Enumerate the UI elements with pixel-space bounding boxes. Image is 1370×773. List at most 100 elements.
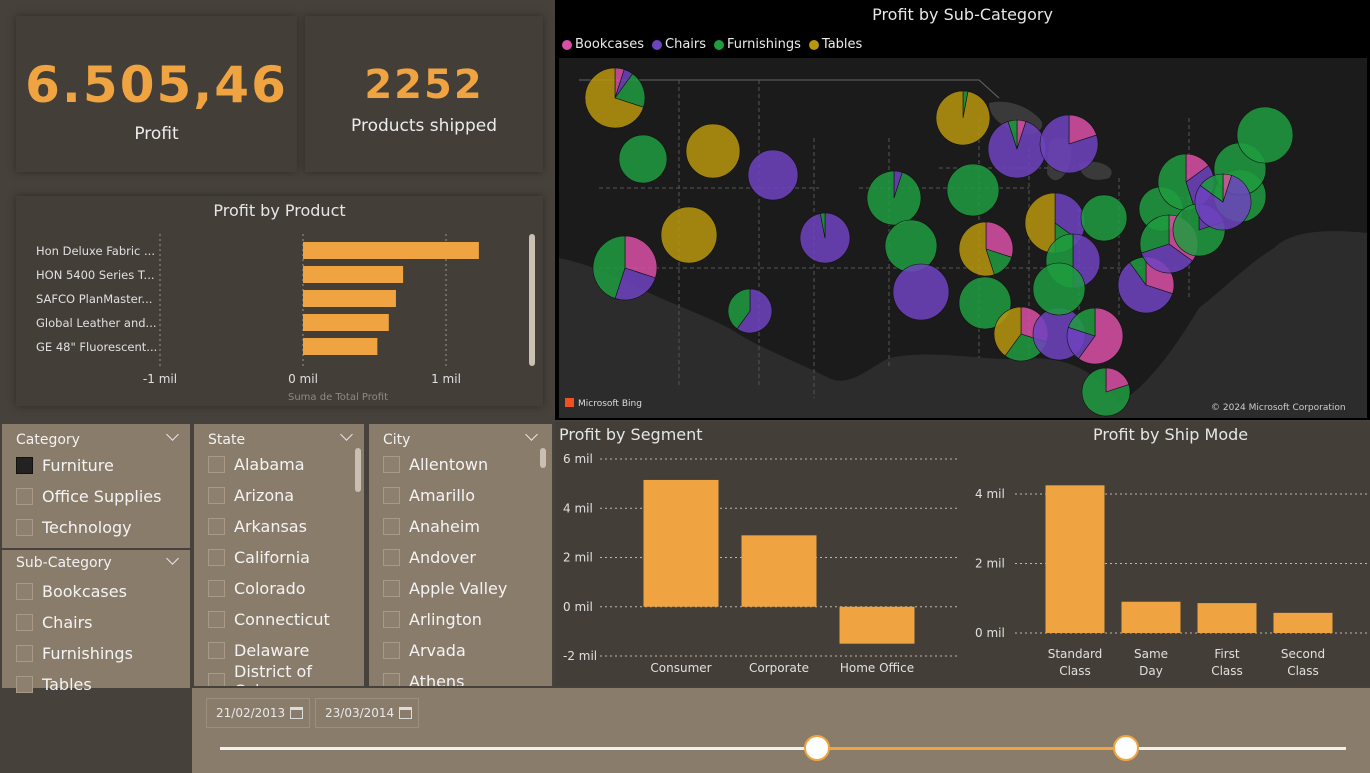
checkbox[interactable]: [208, 548, 225, 566]
subcategory-item-chairs[interactable]: Chairs: [16, 611, 92, 633]
checkbox[interactable]: [383, 641, 400, 659]
pie-slice[interactable]: [618, 134, 668, 184]
state-list-item[interactable]: District of Colu...: [208, 662, 364, 686]
product-bar[interactable]: [303, 266, 404, 283]
calendar-icon[interactable]: [399, 707, 412, 719]
state-item-label: Arizona: [234, 485, 295, 505]
city-scrollbar[interactable]: [540, 448, 546, 468]
product-bar[interactable]: [303, 242, 479, 259]
legend-tables[interactable]: Tables: [808, 37, 862, 52]
checkbox[interactable]: [383, 455, 400, 473]
state-list-item[interactable]: Alabama: [208, 453, 305, 475]
checkbox[interactable]: [208, 517, 225, 535]
subcategory-item-furnishings[interactable]: Furnishings: [16, 642, 133, 664]
product-label: Global Leather and...: [36, 316, 157, 330]
start-date-input[interactable]: 21/02/2013: [206, 698, 310, 728]
products-shipped-value: 2252: [364, 62, 484, 108]
checkbox[interactable]: [383, 486, 400, 504]
city-chevron-down-icon[interactable]: [525, 428, 538, 441]
state-item-label: California: [234, 547, 310, 567]
pie-slice[interactable]: [866, 170, 922, 226]
state-list-item[interactable]: Arizona: [208, 484, 294, 506]
end-date-input[interactable]: 23/03/2014: [315, 698, 419, 728]
category-item-office-supplies[interactable]: Office Supplies: [16, 485, 161, 507]
profit-value: 6.505,46: [25, 56, 288, 114]
bar[interactable]: [643, 479, 719, 607]
pie-slice[interactable]: [946, 163, 1000, 217]
date-slider-start-handle[interactable]: [803, 735, 830, 761]
state-list-item[interactable]: Delaware: [208, 639, 309, 661]
state-scrollbar[interactable]: [355, 448, 361, 492]
pie-slice[interactable]: [884, 219, 938, 273]
city-list-item[interactable]: Apple Valley: [383, 577, 507, 599]
checkbox[interactable]: [16, 613, 33, 631]
checkbox[interactable]: [16, 582, 33, 600]
checkbox[interactable]: [208, 610, 225, 628]
pie-slice[interactable]: [1236, 106, 1294, 164]
date-slider-end-handle[interactable]: [1113, 735, 1140, 761]
product-bar[interactable]: [303, 290, 396, 307]
product-bar[interactable]: [303, 314, 389, 331]
x-axis-title: Suma de Total Profit: [288, 392, 388, 403]
city-list-item[interactable]: Anaheim: [383, 515, 480, 537]
bar[interactable]: [1121, 601, 1181, 633]
bar[interactable]: [1273, 612, 1333, 633]
pie-slice[interactable]: [892, 263, 950, 321]
checkbox[interactable]: [208, 579, 225, 597]
pie-slice[interactable]: [660, 206, 718, 264]
start-date-value: 21/02/2013: [216, 706, 286, 720]
checkbox[interactable]: [208, 672, 225, 686]
pie-slice[interactable]: [747, 149, 799, 201]
state-list-item[interactable]: California: [208, 546, 310, 568]
checkbox[interactable]: [383, 517, 400, 535]
checkbox[interactable]: [383, 672, 400, 686]
checkbox[interactable]: [16, 487, 33, 505]
product-chart-scrollbar[interactable]: [529, 234, 535, 366]
checkbox[interactable]: [383, 548, 400, 566]
city-list-item[interactable]: Allentown: [383, 453, 488, 475]
checkbox[interactable]: [208, 486, 225, 504]
checkbox[interactable]: [16, 456, 33, 474]
city-list-item[interactable]: Andover: [383, 546, 476, 568]
bar[interactable]: [1197, 603, 1257, 633]
pie-slice[interactable]: [1080, 194, 1128, 242]
bar[interactable]: [1045, 485, 1105, 633]
city-list-item[interactable]: Arvada: [383, 639, 466, 661]
calendar-icon[interactable]: [290, 707, 303, 719]
legend-chairs[interactable]: Chairs: [652, 37, 706, 52]
checkbox[interactable]: [16, 675, 33, 693]
category-item-technology[interactable]: Technology: [16, 516, 132, 538]
city-list-item[interactable]: Arlington: [383, 608, 482, 630]
pie-slice[interactable]: [935, 90, 991, 146]
checkbox[interactable]: [16, 518, 33, 536]
pie-slice[interactable]: [685, 123, 741, 179]
legend-bookcases[interactable]: Bookcases: [562, 37, 644, 52]
checkbox[interactable]: [208, 455, 225, 473]
state-list-item[interactable]: Colorado: [208, 577, 306, 599]
category-chevron-down-icon[interactable]: [166, 428, 179, 441]
state-slicer-header: State: [208, 432, 246, 448]
subcategory-item-tables[interactable]: Tables: [16, 673, 92, 695]
checkbox[interactable]: [383, 610, 400, 628]
x-category-label: Standard: [1048, 647, 1103, 661]
state-list-item[interactable]: Connecticut: [208, 608, 330, 630]
product-bar[interactable]: [303, 338, 378, 355]
city-list-item[interactable]: Amarillo: [383, 484, 475, 506]
city-list-item[interactable]: Athens: [383, 670, 464, 686]
state-chevron-down-icon[interactable]: [340, 428, 353, 441]
checkbox[interactable]: [208, 641, 225, 659]
pie-slice[interactable]: [1032, 262, 1086, 316]
legend-furnishings[interactable]: Furnishings: [714, 37, 801, 52]
date-slider-track[interactable]: [220, 735, 1346, 761]
x-category-label: Home Office: [840, 661, 914, 675]
checkbox[interactable]: [16, 644, 33, 662]
bar[interactable]: [839, 606, 915, 644]
map-canvas[interactable]: Microsoft Bing © 2024 Microsoft Corporat…: [559, 58, 1367, 418]
bar[interactable]: [741, 535, 817, 607]
subcategory-chevron-down-icon[interactable]: [166, 552, 179, 565]
checkbox[interactable]: [383, 579, 400, 597]
subcategory-item-bookcases[interactable]: Bookcases: [16, 580, 127, 602]
state-list-item[interactable]: Arkansas: [208, 515, 307, 537]
category-item-furniture[interactable]: Furniture: [16, 454, 114, 476]
subcategory-slicer-header: Sub-Category: [16, 555, 112, 571]
